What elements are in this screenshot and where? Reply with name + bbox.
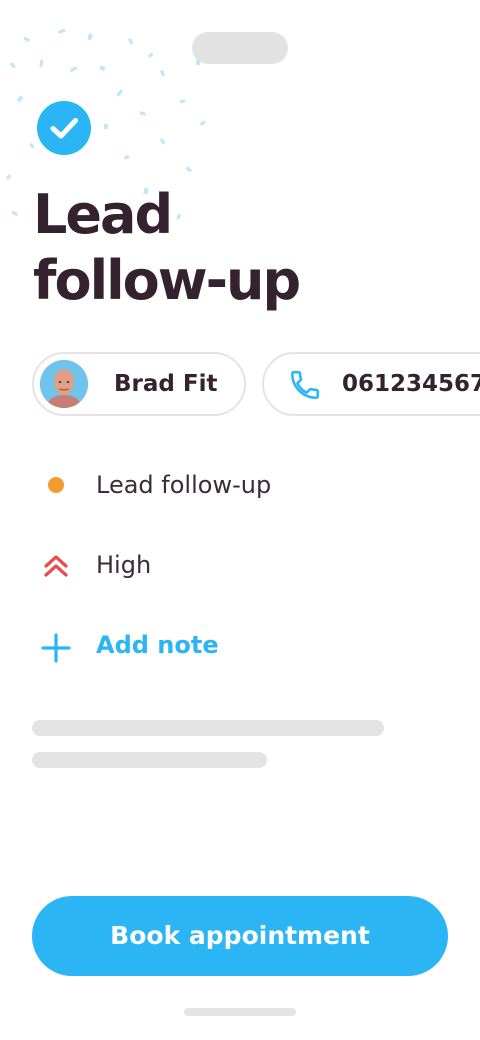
avatar: [40, 360, 88, 408]
phone-icon: [290, 370, 320, 400]
title-line-2: follow-up: [33, 249, 301, 312]
task-type-row: Lead follow-up: [40, 465, 460, 505]
phone-number: 0612345678: [342, 371, 480, 397]
task-detail-screen: Lead follow-up Brad Fit 0612345678 Lead …: [0, 0, 480, 1040]
contact-chip[interactable]: Brad Fit: [32, 352, 246, 416]
title-line-1: Lead: [33, 183, 173, 246]
plus-icon: [41, 633, 71, 663]
placeholder-line: [32, 752, 267, 768]
contact-name: Brad Fit: [114, 371, 218, 397]
add-note-button[interactable]: Add note: [40, 625, 460, 665]
home-indicator: [184, 1008, 296, 1016]
book-appointment-button[interactable]: Book appointment: [32, 896, 448, 976]
priority-high-icon: [44, 555, 68, 577]
priority-row: High: [40, 545, 460, 585]
page-title: Lead follow-up: [33, 182, 453, 314]
phone-chip[interactable]: 0612345678: [262, 352, 480, 416]
add-note-label: Add note: [96, 631, 219, 659]
type-dot-icon: [40, 465, 72, 505]
checkmark-circle-icon: [37, 101, 91, 155]
placeholder-line: [32, 720, 384, 736]
priority-label: High: [96, 551, 152, 579]
task-type-label: Lead follow-up: [96, 471, 272, 499]
